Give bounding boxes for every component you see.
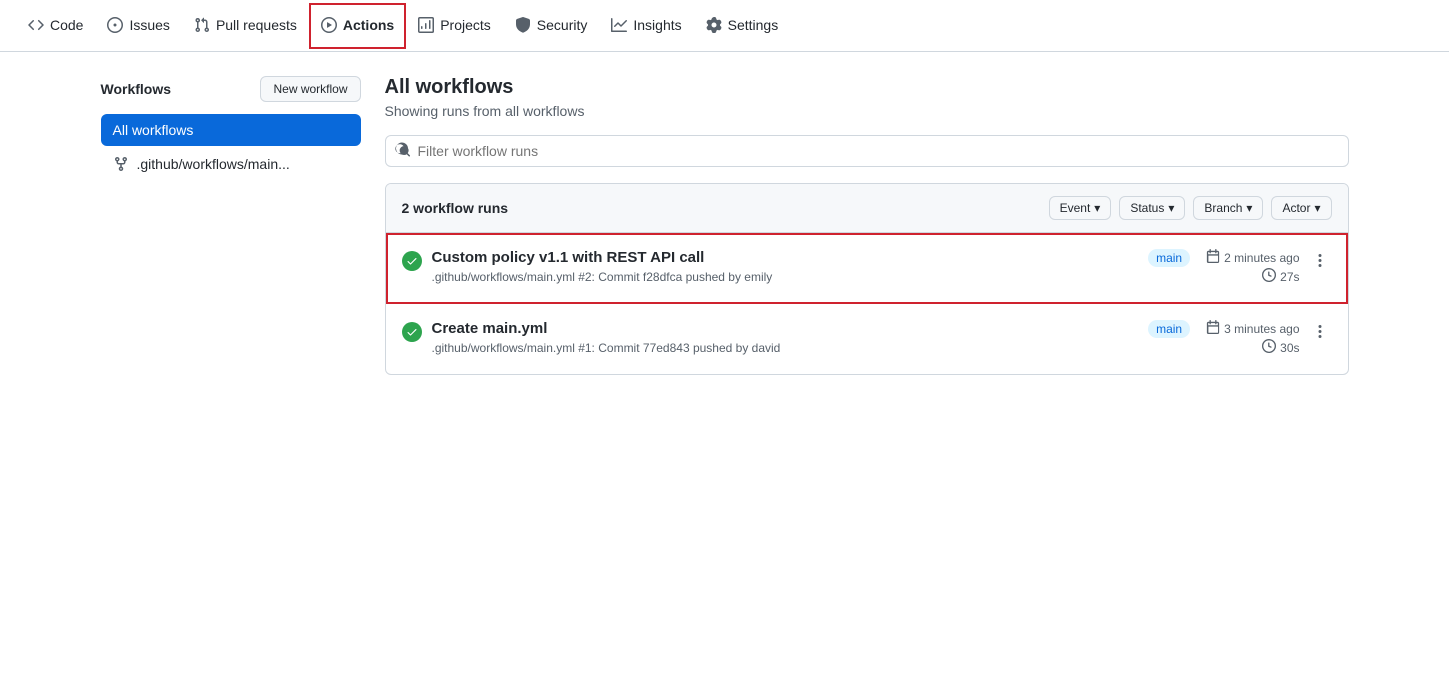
status-filter-label: Status bbox=[1130, 201, 1164, 215]
run-1-branch-area: main bbox=[1148, 249, 1190, 267]
sidebar: Workflows New workflow All workflows .gi… bbox=[101, 76, 361, 375]
run-1-duration: 27s bbox=[1280, 270, 1299, 284]
nav-label-issues: Issues bbox=[129, 17, 169, 33]
runs-count: 2 workflow runs bbox=[402, 200, 1049, 216]
run-2-time-ago: 3 minutes ago bbox=[1224, 322, 1299, 336]
nav-label-settings: Settings bbox=[728, 17, 779, 33]
branch-chevron-icon: ▾ bbox=[1246, 201, 1252, 215]
nav-label-security: Security bbox=[537, 17, 588, 33]
actor-filter-label: Actor bbox=[1282, 201, 1310, 215]
nav-item-actions[interactable]: Actions bbox=[309, 3, 406, 49]
nav-label-actions: Actions bbox=[343, 17, 394, 33]
nav-item-pull-requests[interactable]: Pull requests bbox=[182, 3, 309, 49]
run-2-title[interactable]: Create main.yml bbox=[432, 320, 1133, 337]
nav-label-projects: Projects bbox=[440, 17, 491, 33]
run-1-timing: 2 minutes ago 27s bbox=[1206, 249, 1299, 287]
issues-icon bbox=[107, 17, 123, 33]
run-2-info: Create main.yml .github/workflows/main.y… bbox=[432, 320, 1133, 355]
top-nav: Code Issues Pull requests Actions Projec… bbox=[0, 0, 1449, 52]
settings-icon bbox=[706, 17, 722, 33]
content-area: All workflows Showing runs from all work… bbox=[385, 76, 1349, 375]
event-filter-label: Event bbox=[1060, 201, 1091, 215]
projects-icon bbox=[418, 17, 434, 33]
calendar-icon-1 bbox=[1206, 249, 1220, 266]
branch-filter-button[interactable]: Branch ▾ bbox=[1193, 196, 1263, 220]
run-2-duration-row: 30s bbox=[1206, 339, 1299, 356]
run-1-info: Custom policy v1.1 with REST API call .g… bbox=[432, 249, 1133, 284]
actions-icon bbox=[321, 17, 337, 33]
run-1-title[interactable]: Custom policy v1.1 with REST API call bbox=[432, 249, 1133, 266]
new-workflow-button[interactable]: New workflow bbox=[260, 76, 360, 102]
run-2-duration: 30s bbox=[1280, 341, 1299, 355]
search-icon bbox=[395, 142, 411, 161]
main-workflow-label: .github/workflows/main... bbox=[137, 156, 290, 172]
run-2-status bbox=[402, 322, 422, 342]
filter-workflow-runs-input[interactable] bbox=[385, 135, 1349, 167]
nav-item-issues[interactable]: Issues bbox=[95, 3, 181, 49]
clock-icon-1 bbox=[1262, 268, 1276, 285]
pull-requests-icon bbox=[194, 17, 210, 33]
nav-label-code: Code bbox=[50, 17, 83, 33]
nav-label-pull-requests: Pull requests bbox=[216, 17, 297, 33]
status-chevron-icon: ▾ bbox=[1168, 201, 1174, 215]
run-2-timing: 3 minutes ago 30s bbox=[1206, 320, 1299, 358]
run-1-meta: .github/workflows/main.yml #2: Commit f2… bbox=[432, 270, 1133, 284]
workflow-file-icon bbox=[113, 156, 129, 172]
success-icon-2 bbox=[402, 322, 422, 342]
run-2-branch-area: main bbox=[1148, 320, 1190, 338]
filter-container bbox=[385, 135, 1349, 167]
calendar-icon-2 bbox=[1206, 320, 1220, 337]
branch-filter-label: Branch bbox=[1204, 201, 1242, 215]
nav-label-insights: Insights bbox=[633, 17, 681, 33]
nav-item-code[interactable]: Code bbox=[16, 3, 95, 49]
all-workflows-label: All workflows bbox=[113, 122, 194, 138]
run-2-more-button[interactable] bbox=[1308, 320, 1332, 344]
success-icon-1 bbox=[402, 251, 422, 271]
nav-item-projects[interactable]: Projects bbox=[406, 3, 503, 49]
nav-item-security[interactable]: Security bbox=[503, 3, 600, 49]
run-2-meta: .github/workflows/main.yml #1: Commit 77… bbox=[432, 341, 1133, 355]
main-layout: Workflows New workflow All workflows .gi… bbox=[85, 52, 1365, 399]
run-2-time-ago-row: 3 minutes ago bbox=[1206, 320, 1299, 337]
run-1-duration-row: 27s bbox=[1206, 268, 1299, 285]
insights-icon bbox=[611, 17, 627, 33]
run-1-time-ago-row: 2 minutes ago bbox=[1206, 249, 1299, 266]
clock-icon-2 bbox=[1262, 339, 1276, 356]
run-1-time-ago: 2 minutes ago bbox=[1224, 251, 1299, 265]
runs-header: 2 workflow runs Event ▾ Status ▾ Branch … bbox=[386, 184, 1348, 233]
status-filter-button[interactable]: Status ▾ bbox=[1119, 196, 1185, 220]
run-1-more-button[interactable] bbox=[1308, 249, 1332, 273]
sidebar-title: Workflows bbox=[101, 81, 172, 97]
workflow-run-2: Create main.yml .github/workflows/main.y… bbox=[386, 304, 1348, 374]
runs-filters: Event ▾ Status ▾ Branch ▾ Actor ▾ bbox=[1049, 196, 1332, 220]
nav-item-insights[interactable]: Insights bbox=[599, 3, 693, 49]
run-2-branch-badge[interactable]: main bbox=[1148, 320, 1190, 338]
workflow-runs-container: 2 workflow runs Event ▾ Status ▾ Branch … bbox=[385, 183, 1349, 375]
content-subtitle: Showing runs from all workflows bbox=[385, 103, 1349, 119]
workflow-run-1: Custom policy v1.1 with REST API call .g… bbox=[386, 233, 1348, 304]
actor-filter-button[interactable]: Actor ▾ bbox=[1271, 196, 1331, 220]
code-icon bbox=[28, 17, 44, 33]
run-1-branch-badge[interactable]: main bbox=[1148, 249, 1190, 267]
event-chevron-icon: ▾ bbox=[1094, 201, 1100, 215]
content-title: All workflows bbox=[385, 76, 1349, 99]
security-icon bbox=[515, 17, 531, 33]
nav-item-settings[interactable]: Settings bbox=[694, 3, 791, 49]
event-filter-button[interactable]: Event ▾ bbox=[1049, 196, 1112, 220]
sidebar-item-all-workflows[interactable]: All workflows bbox=[101, 114, 361, 146]
sidebar-header: Workflows New workflow bbox=[101, 76, 361, 102]
run-1-status bbox=[402, 251, 422, 271]
actor-chevron-icon: ▾ bbox=[1314, 201, 1320, 215]
sidebar-item-main-workflow[interactable]: .github/workflows/main... bbox=[101, 148, 361, 180]
